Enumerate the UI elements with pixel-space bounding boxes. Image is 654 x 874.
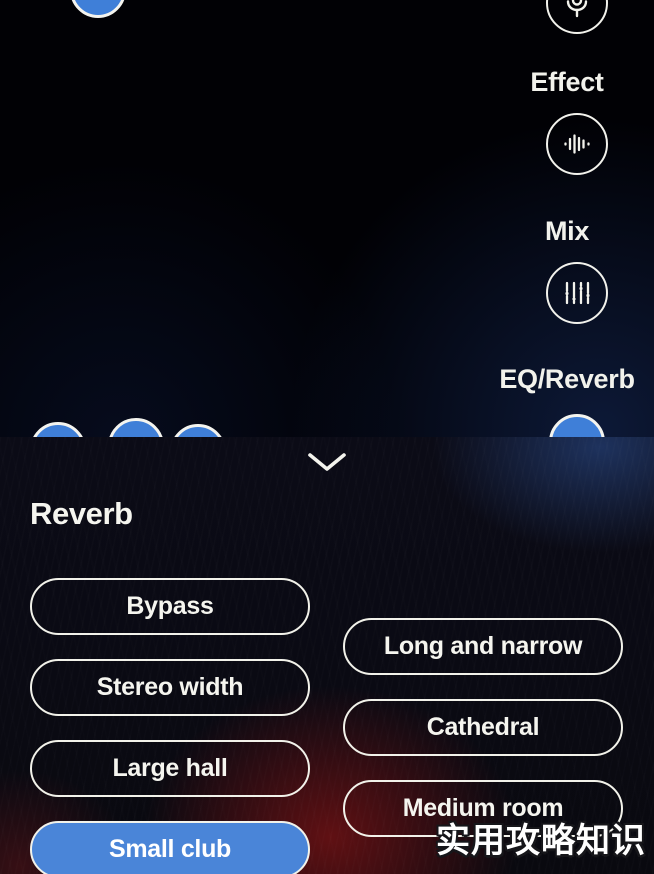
reverb-sheet: Reverb Bypass Stereo width Large hall Sm… — [0, 437, 654, 874]
preset-small-club[interactable]: Small club — [30, 821, 310, 874]
page-title: Reverb — [30, 496, 133, 531]
track-dot-top-left[interactable] — [70, 0, 126, 18]
preset-large-hall[interactable]: Large hall — [30, 740, 310, 797]
app-canvas: Effect Mix EQ/Reverb — [0, 0, 654, 440]
mic-button[interactable] — [546, 0, 608, 34]
waveform-icon — [563, 131, 591, 157]
chevron-down-icon — [306, 450, 348, 479]
preset-medium-room[interactable]: Medium room — [343, 780, 623, 837]
mix-button[interactable] — [546, 262, 608, 324]
collapse-sheet-button[interactable] — [297, 445, 357, 483]
mix-label: Mix — [544, 216, 590, 246]
preset-column-left: Bypass Stereo width Large hall Small clu… — [30, 578, 310, 874]
preset-cathedral[interactable]: Cathedral — [343, 699, 623, 756]
preset-stereo-width[interactable]: Stereo width — [30, 659, 310, 716]
eq-reverb-label: EQ/Reverb — [499, 364, 635, 394]
sliders-icon — [563, 279, 591, 307]
microphone-icon — [564, 0, 590, 18]
preset-long-and-narrow[interactable]: Long and narrow — [343, 618, 623, 675]
preset-column-right: Long and narrow Cathedral Medium room — [343, 618, 623, 837]
effect-button[interactable] — [546, 113, 608, 175]
effect-label: Effect — [530, 67, 604, 97]
preset-bypass[interactable]: Bypass — [30, 578, 310, 635]
app-screen: Effect Mix EQ/Reverb Reverb Bypass Stere… — [0, 0, 654, 874]
